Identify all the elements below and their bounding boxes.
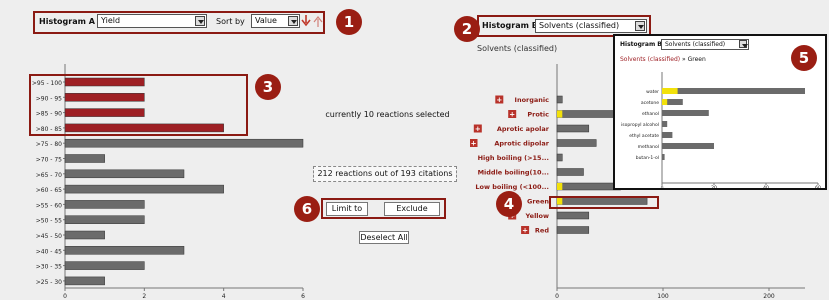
callout-badge-6: 6	[294, 196, 320, 222]
histogram-b-x-tick-label: 0	[555, 293, 559, 300]
plus-icon-glyph: +	[471, 140, 477, 148]
histogram-b-category-label: Yellow	[525, 212, 549, 220]
histogram-b-category-label: Low boiling (<100...	[475, 183, 549, 191]
histogram-a-bar	[64, 169, 185, 179]
histogram-b-bar	[556, 211, 590, 220]
histogram-b-row: + Red	[521, 226, 590, 235]
histogram-a-category-label: >50 - 55	[36, 218, 62, 225]
plus-icon-glyph: +	[509, 111, 515, 119]
histogram-a-category-label: >60 - 65	[36, 187, 62, 194]
deselect-all-button[interactable]: Deselect All	[359, 231, 409, 244]
histogram-a-bar	[64, 215, 145, 224]
histogram-a-x-tick-label: 2	[142, 293, 146, 300]
histogram-b-bar	[556, 226, 590, 234]
histogram-a-bar	[64, 184, 224, 194]
histogram-a-bar	[64, 154, 105, 163]
histogram-a-category-label: >30 - 35	[36, 264, 62, 271]
histogram-b-chart-title: Solvents (classified)	[477, 44, 558, 53]
histogram-b-category-label: Aprotic dipolar	[494, 140, 549, 148]
histogram-b-row: + Inorganic	[495, 95, 563, 104]
plus-icon-glyph: +	[496, 96, 502, 104]
histogram-a-x-tick-label: 4	[222, 293, 226, 300]
histogram-b-row: +Middle boiling(10...	[478, 168, 584, 177]
histogram-a-category-label: >65 - 70	[36, 172, 62, 179]
callout-badge-3: 3	[255, 74, 281, 100]
histogram-a-bar	[64, 261, 145, 270]
histogram-b-row: +High boiling (>15...	[478, 153, 563, 162]
histogram-a-bar	[64, 276, 105, 286]
histogram-a-x-tick-label: 0	[63, 293, 67, 300]
histogram-b-category-label: High boiling (>15...	[478, 154, 549, 162]
histogram-a-category-label: >55 - 60	[36, 202, 62, 209]
histogram-a-bar	[64, 200, 145, 209]
histogram-b-category-label: Protic	[527, 111, 549, 119]
histogram-a-x-tick-label: 6	[301, 293, 305, 300]
histogram-a-category-label: >75 - 80	[36, 141, 62, 148]
histogram-b-bar	[556, 139, 597, 147]
histogram-a-category-label: >25 - 30	[36, 279, 62, 286]
histogram-b-bar	[556, 124, 590, 133]
histogram-b-category-label: Inorganic	[515, 96, 550, 104]
callout-frame-1	[33, 11, 325, 34]
histogram-a-bar	[64, 246, 185, 255]
histogram-b-row: +Yellow	[508, 211, 590, 220]
histogram-b-selected-bar	[557, 183, 563, 190]
callout-badge-5: 5	[791, 45, 817, 71]
histogram-b-x-tick-label: 200	[763, 293, 775, 300]
histogram-b-bar	[556, 95, 563, 104]
plus-icon-glyph: +	[475, 125, 481, 133]
histogram-b-category-label: Red	[535, 227, 549, 235]
histogram-b-bar	[556, 182, 621, 191]
callout-frame-4	[549, 196, 659, 209]
histogram-b-bar	[556, 168, 584, 176]
histogram-a-bar	[64, 138, 304, 148]
histogram-a-category-label: >45 - 50	[36, 233, 62, 240]
app-window: Histogram A Yield Sort by Value 1 >95 - …	[0, 0, 829, 300]
reaction-count: 212 reactions out of 193 citations	[313, 166, 457, 182]
histogram-b-category-label: Green	[527, 198, 549, 206]
histogram-a-bar	[64, 230, 105, 240]
callout-badge-2: 2	[454, 16, 480, 42]
histogram-b-selected-bar	[557, 110, 563, 118]
histogram-b-row: +Low boiling (<100...	[475, 182, 621, 191]
selection-status: currently 10 reactions selected	[325, 110, 450, 119]
histogram-b-x-tick-label: 100	[657, 293, 669, 300]
histogram-b-row: + Aprotic dipolar	[470, 139, 597, 148]
callout-frame-6	[321, 198, 446, 219]
callout-badge-4: 4	[496, 191, 522, 217]
histogram-b-row: + Aprotic apolar	[473, 124, 590, 133]
histogram-a-category-label: >70 - 75	[36, 157, 62, 164]
histogram-a-category-label: >40 - 45	[36, 248, 62, 255]
histogram-b-category-label: Middle boiling(10...	[478, 169, 549, 177]
callout-badge-1: 1	[336, 9, 362, 35]
histogram-b-category-label: Aprotic apolar	[497, 125, 550, 133]
plus-icon-glyph: +	[522, 227, 528, 235]
histogram-b-bar	[556, 153, 563, 162]
callout-frame-3	[29, 74, 248, 136]
